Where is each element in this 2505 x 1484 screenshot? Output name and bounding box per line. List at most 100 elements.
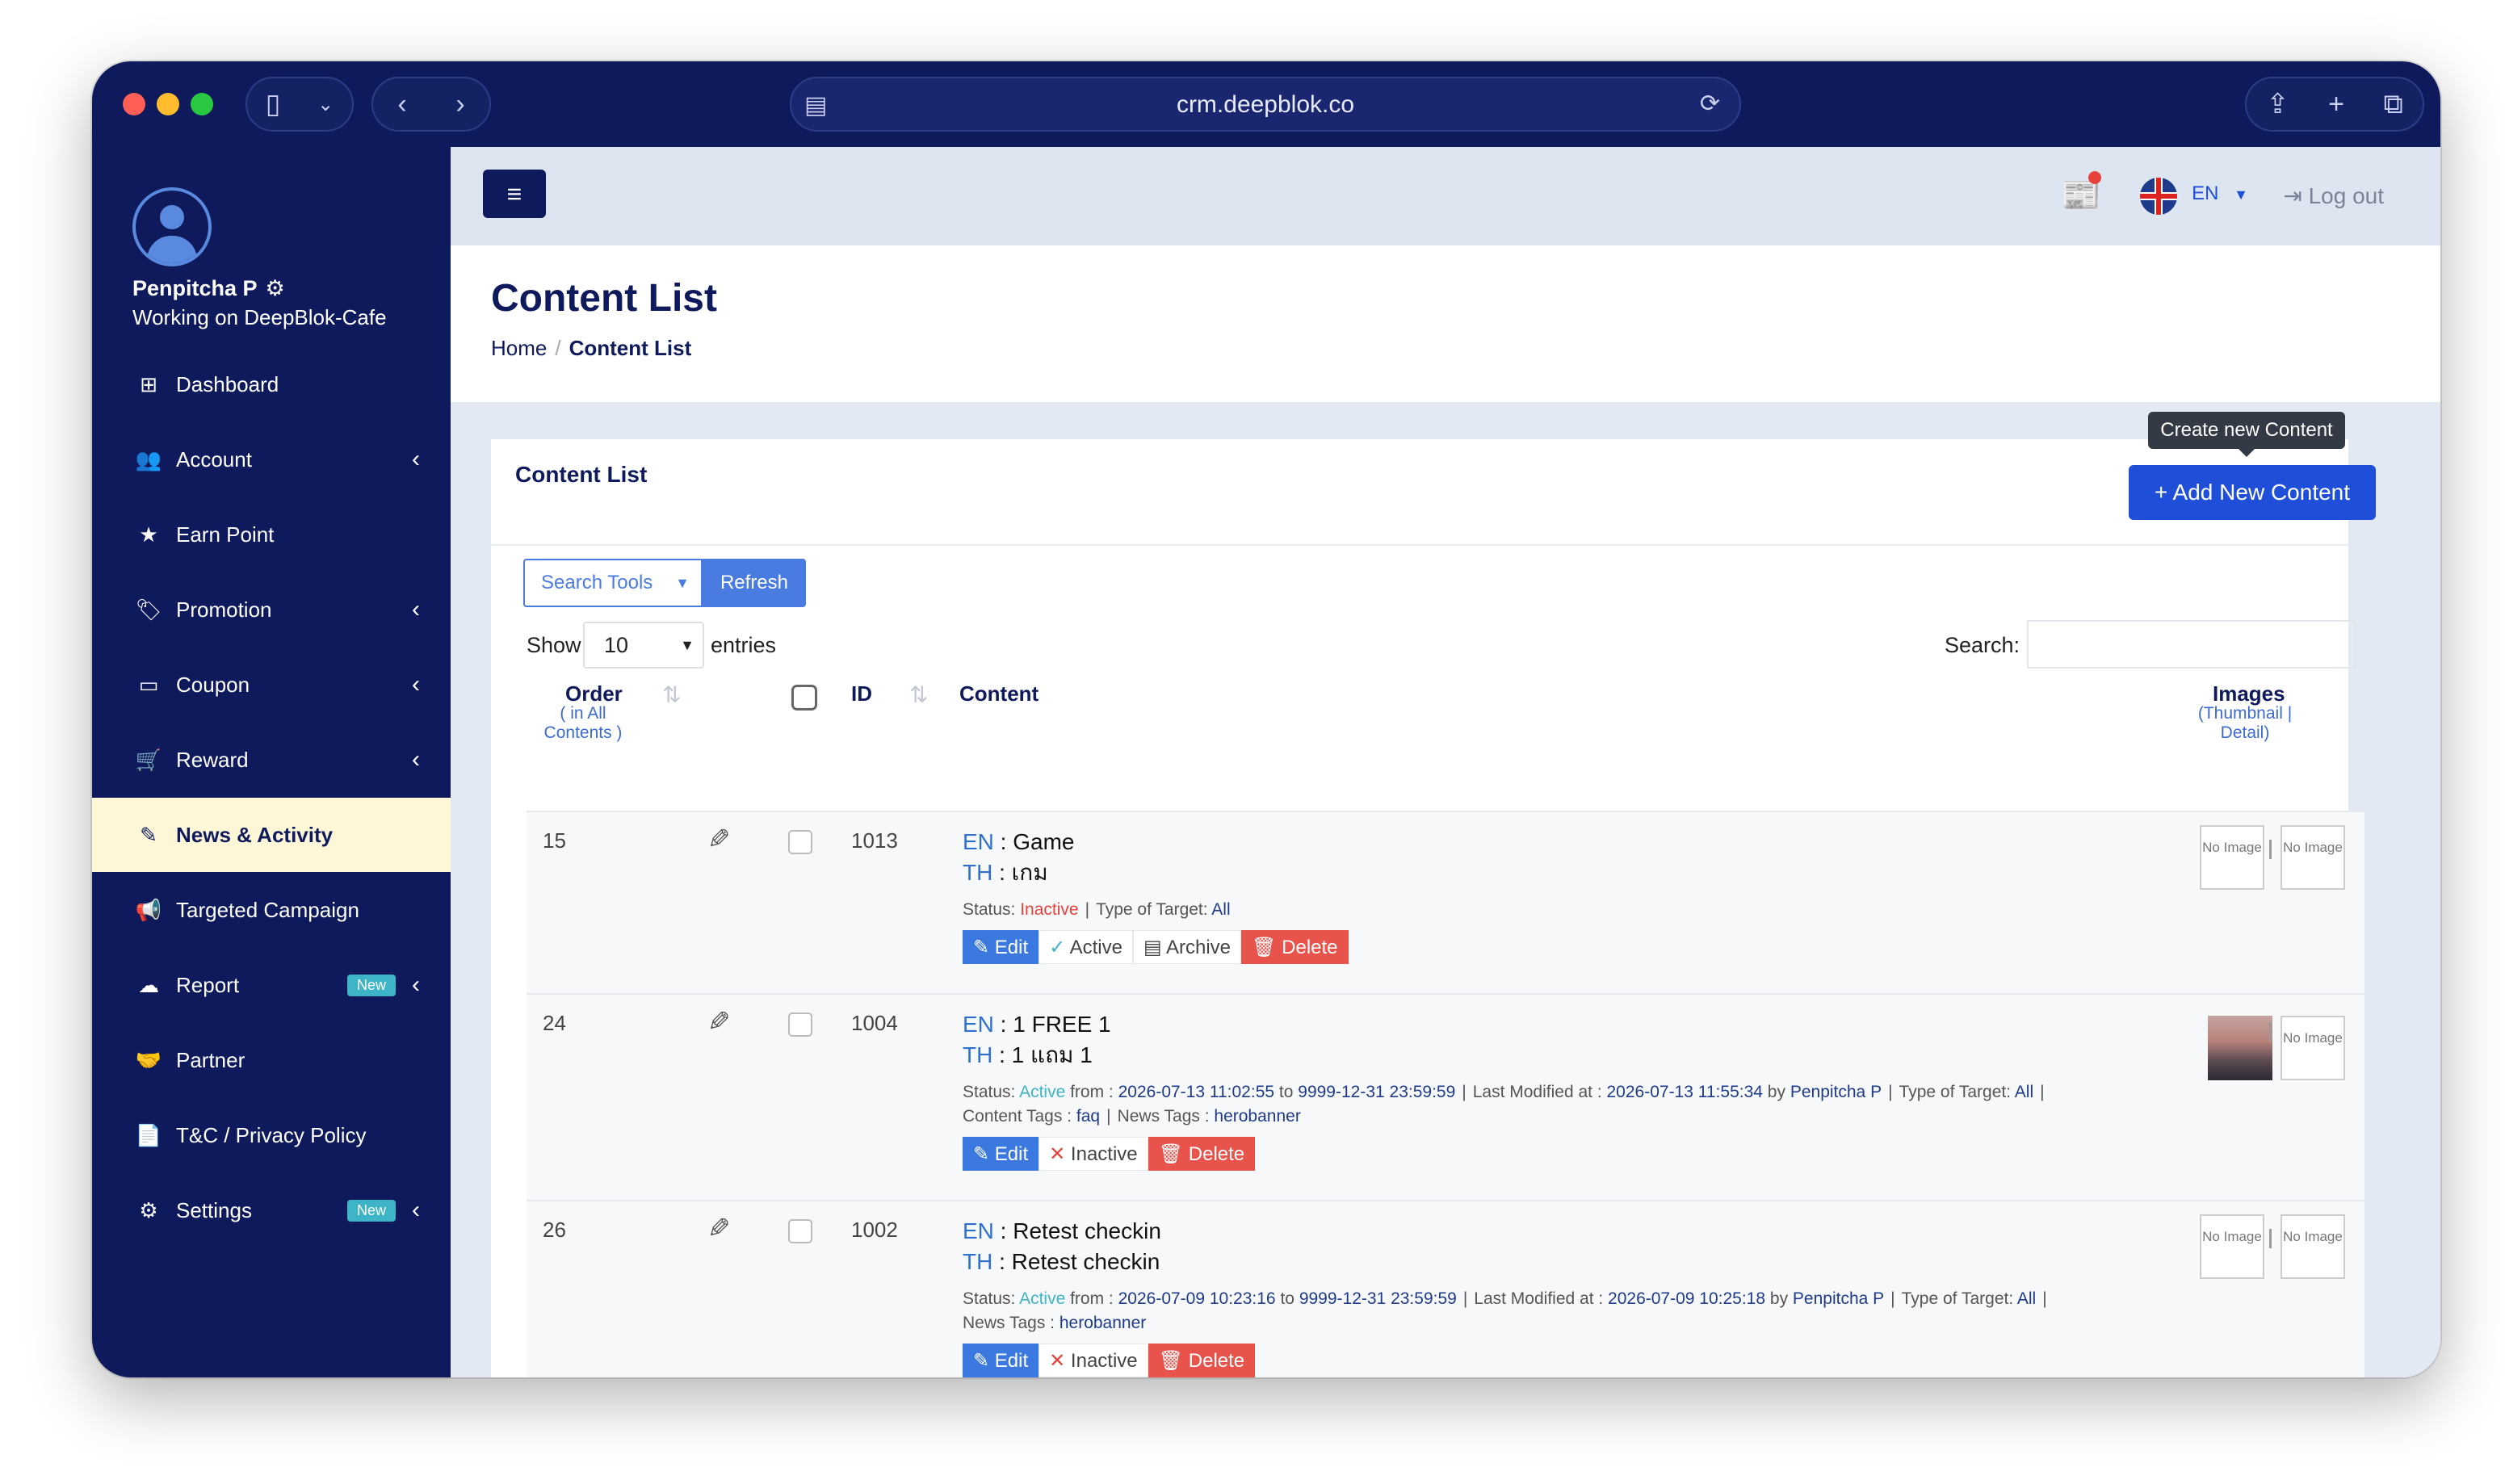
column-header-order[interactable]: Order bbox=[565, 681, 623, 706]
gear-icon: ⚙ bbox=[139, 1197, 158, 1222]
row-checkbox[interactable] bbox=[788, 1012, 812, 1037]
x-icon: ✕ bbox=[1049, 1143, 1066, 1165]
uk-flag-icon[interactable] bbox=[2140, 178, 2177, 215]
sidebar-item-label: Coupon bbox=[176, 672, 250, 697]
sidebar-item-dashboard[interactable]: ⊞ Dashboard bbox=[92, 347, 451, 421]
title-th: TH : เกม bbox=[963, 860, 1048, 885]
row-tags: News Tags : herobanner bbox=[963, 1311, 2174, 1335]
to-label: to bbox=[1280, 1289, 1294, 1308]
content-cell: EN : 1 FREE 1 TH : 1 แถม 1 Status: Activ… bbox=[963, 1009, 2174, 1171]
logout-icon: ⇥ bbox=[2283, 183, 2302, 208]
delete-button[interactable]: 🗑 Delete bbox=[1148, 1344, 1256, 1377]
delete-button[interactable]: 🗑 Delete bbox=[1148, 1137, 1256, 1171]
reload-icon[interactable]: ⟳ bbox=[1700, 90, 1727, 118]
order-cell: 15 bbox=[543, 828, 566, 853]
images-sub-line2: Detail) bbox=[2220, 723, 2270, 742]
sidebar-item-account[interactable]: 👥 Account ‹ bbox=[92, 422, 451, 497]
divider bbox=[491, 544, 2348, 546]
row-actions: ✎ Edit ✓ Active ▤ Archive 🗑 Delete bbox=[963, 930, 2174, 964]
sidebar-item-earn-point[interactable]: ★ Earn Point bbox=[92, 497, 451, 572]
workspace-label: Working on DeepBlok-Cafe bbox=[132, 305, 387, 329]
sidebar-item-label: Promotion bbox=[176, 597, 272, 622]
row-checkbox[interactable] bbox=[788, 1219, 812, 1243]
edit-icon: ✎ bbox=[973, 1350, 990, 1372]
close-window-button[interactable] bbox=[123, 93, 145, 115]
row-meta: Status: Active from : 2026-07-09 10:23:1… bbox=[963, 1289, 2047, 1308]
gear-icon[interactable]: ⚙ bbox=[266, 276, 285, 300]
search-input[interactable] bbox=[2027, 620, 2356, 669]
id-cell: 1002 bbox=[851, 1218, 898, 1242]
sidebar-item-settings[interactable]: ⚙ Settings New ‹ bbox=[92, 1173, 451, 1247]
edit-icon: ✎ bbox=[973, 937, 990, 958]
handshake-icon: 🤝 bbox=[135, 1047, 162, 1072]
entries-select[interactable]: 10 ▼ bbox=[583, 622, 704, 669]
forward-icon[interactable]: › bbox=[455, 89, 464, 120]
search-tools-dropdown[interactable]: Search Tools ▼ bbox=[523, 559, 703, 607]
share-icon[interactable]: ⇪ bbox=[2266, 88, 2289, 120]
deactivate-button[interactable]: ✕ Inactive bbox=[1039, 1137, 1148, 1171]
sidebar-item-label: Report bbox=[176, 972, 240, 997]
title-en-text: Retest checkin bbox=[1013, 1218, 1161, 1243]
content-list-card: Content List Create new Content + Add Ne… bbox=[491, 412, 2376, 1377]
column-header-content: Content bbox=[959, 681, 1039, 706]
pencil-icon[interactable]: ✎ bbox=[707, 824, 731, 856]
browser-titlebar: ▯ ⌄ ‹ › ▤ crm.deepblok.co ⟳ ⇪ + ⧉ bbox=[92, 61, 2440, 147]
sort-icon[interactable]: ⇅ bbox=[662, 681, 681, 708]
add-new-content-button[interactable]: + Add New Content bbox=[2129, 465, 2376, 520]
column-header-id[interactable]: ID bbox=[851, 681, 872, 706]
select-all-checkbox[interactable] bbox=[791, 685, 817, 711]
title-en-text: 1 FREE 1 bbox=[1013, 1012, 1111, 1037]
edit-button[interactable]: ✎ Edit bbox=[963, 1344, 1039, 1377]
sidebar-item-news-activity[interactable]: ✎ News & Activity bbox=[92, 798, 451, 872]
thumbnail-image bbox=[2208, 1016, 2272, 1080]
pencil-icon[interactable]: ✎ bbox=[707, 1006, 731, 1038]
archive-button[interactable]: ▤ Archive bbox=[1132, 930, 1242, 964]
delete-label: Delete bbox=[1282, 937, 1338, 958]
chevron-left-icon: ‹ bbox=[412, 596, 420, 623]
sidebar-item-label: Targeted Campaign bbox=[176, 897, 359, 922]
deactivate-button[interactable]: ✕ Inactive bbox=[1039, 1344, 1148, 1377]
sidebar-item-label: Reward bbox=[176, 747, 249, 772]
minimize-window-button[interactable] bbox=[157, 93, 179, 115]
pencil-icon[interactable]: ✎ bbox=[707, 1213, 731, 1245]
inactive-label: Inactive bbox=[1070, 1350, 1138, 1372]
logout-link[interactable]: ⇥ Log out bbox=[2283, 182, 2384, 209]
back-icon[interactable]: ‹ bbox=[397, 89, 406, 120]
menu-toggle-button[interactable]: ≡ bbox=[483, 170, 546, 218]
sidebar-item-reward[interactable]: 🛒 Reward ‹ bbox=[92, 723, 451, 797]
delete-label: Delete bbox=[1188, 1350, 1245, 1372]
notification-dot bbox=[2088, 171, 2101, 184]
new-tab-icon[interactable]: + bbox=[2328, 89, 2344, 120]
x-icon: ✕ bbox=[1049, 1350, 1066, 1372]
active-label: Active bbox=[1069, 937, 1122, 958]
sidebar-item-tnc-privacy[interactable]: 📄 T&C / Privacy Policy bbox=[92, 1098, 451, 1172]
column-header-images: Images bbox=[2213, 681, 2285, 706]
images-sub-line1: (Thumbnail | bbox=[2197, 704, 2293, 723]
sidebar-item-promotion[interactable]: 🏷 Promotion ‹ bbox=[92, 572, 451, 647]
edit-button[interactable]: ✎ Edit bbox=[963, 930, 1039, 964]
news-tags-value: herobanner bbox=[1214, 1107, 1301, 1126]
sidebar-item-report[interactable]: ☁ Report New ‹ bbox=[92, 948, 451, 1022]
row-checkbox[interactable] bbox=[788, 830, 812, 854]
zoom-window-button[interactable] bbox=[191, 93, 213, 115]
delete-button[interactable]: 🗑 Delete bbox=[1241, 930, 1349, 964]
sort-icon[interactable]: ⇅ bbox=[909, 681, 928, 708]
language-select[interactable]: EN ▼ bbox=[2192, 182, 2248, 205]
status-label: Status: bbox=[963, 900, 1016, 919]
sidebar: Penpitcha P ⚙ Working on DeepBlok-Cafe ⊞ D… bbox=[92, 147, 451, 1377]
breadcrumb-home[interactable]: Home bbox=[491, 336, 547, 360]
sidebar-item-label: Dashboard bbox=[176, 371, 279, 396]
refresh-button[interactable]: Refresh bbox=[703, 559, 806, 607]
activate-button[interactable]: ✓ Active bbox=[1039, 930, 1133, 964]
address-bar[interactable]: ▤ crm.deepblok.co ⟳ bbox=[790, 77, 1741, 132]
status-value: Active bbox=[1019, 1083, 1066, 1101]
sidebar-item-partner[interactable]: 🤝 Partner bbox=[92, 1023, 451, 1097]
chevron-left-icon: ‹ bbox=[412, 671, 420, 698]
tabs-overview-icon[interactable]: ⧉ bbox=[2383, 89, 2402, 120]
sidebar-item-targeted-campaign[interactable]: 📢 Targeted Campaign bbox=[92, 873, 451, 947]
new-badge: New bbox=[346, 1199, 396, 1222]
sidebar-item-coupon[interactable]: ▭ Coupon ‹ bbox=[92, 648, 451, 722]
avatar[interactable] bbox=[132, 187, 212, 266]
edit-button[interactable]: ✎ Edit bbox=[963, 1137, 1039, 1171]
sidebar-toggle-button[interactable]: ▯ ⌄ bbox=[245, 77, 354, 132]
